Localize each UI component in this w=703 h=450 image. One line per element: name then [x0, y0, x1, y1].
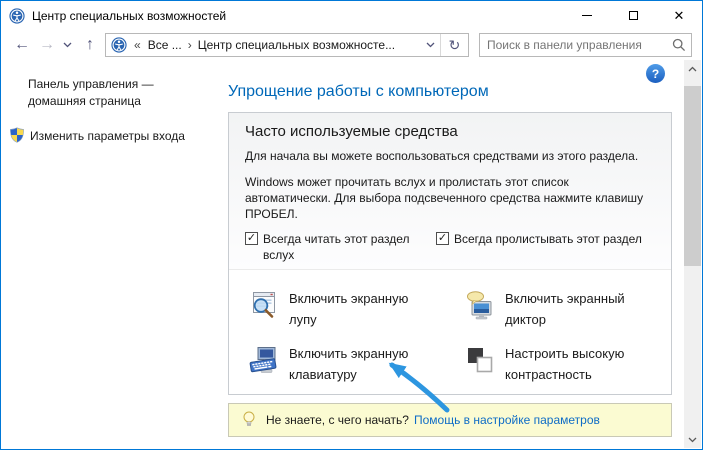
breadcrumb-all-items[interactable]: Все ... — [144, 38, 186, 52]
vertical-scrollbar[interactable] — [684, 60, 701, 448]
refresh-icon: ↻ — [449, 37, 461, 54]
tool-set-high-contrast[interactable]: Настроить высокую контрастность — [465, 343, 643, 385]
checkbox-label: Всегда читать этот раздел вслух — [263, 231, 421, 263]
help-button[interactable]: ? — [646, 64, 665, 83]
checkbox-label: Всегда пролистывать этот раздел — [454, 231, 642, 247]
tool-start-onscreen-keyboard[interactable]: Включить экранную клавиатуру — [249, 343, 427, 385]
up-button[interactable]: ↑ — [77, 30, 103, 60]
tool-start-magnifier[interactable]: Включить экранную лупу — [249, 288, 427, 330]
back-button[interactable]: ← — [9, 30, 35, 60]
search-box — [479, 33, 692, 57]
chevron-down-icon — [63, 42, 72, 48]
on-screen-keyboard-icon — [249, 345, 279, 375]
ease-of-access-icon — [9, 8, 25, 24]
breadcrumb-overflow-button[interactable]: « — [131, 38, 144, 52]
common-tools-panel: Часто используемые средства Для начала в… — [228, 112, 672, 395]
scrollbar-thumb[interactable] — [684, 86, 701, 266]
back-icon: ← — [14, 36, 30, 54]
maximize-icon — [629, 11, 638, 20]
chevron-up-icon — [688, 66, 697, 72]
panel-title: Часто используемые средства — [245, 123, 655, 140]
close-icon: ✕ — [674, 9, 685, 22]
narrator-icon — [465, 290, 495, 320]
checkbox-always-scan[interactable]: ✓ Всегда пролистывать этот раздел — [436, 231, 642, 247]
refresh-button[interactable]: ↻ — [440, 34, 468, 56]
tool-start-narrator[interactable]: Включить экранный диктор — [465, 288, 643, 330]
minimize-button[interactable] — [564, 1, 610, 30]
tip-bar: Не знаете, с чего начать? Помощь в настр… — [228, 403, 672, 437]
tool-label: Включить экранный диктор — [505, 288, 643, 330]
tip-help-link[interactable]: Помощь в настройке параметров — [414, 413, 600, 427]
help-icon: ? — [652, 67, 659, 81]
titlebar: Центр специальных возможностей ✕ — [1, 1, 702, 30]
scroll-up-button[interactable] — [684, 60, 701, 77]
minimize-icon — [582, 15, 592, 16]
search-icon — [672, 38, 686, 52]
checkbox-always-read-aloud[interactable]: ✓ Всегда читать этот раздел вслух — [245, 231, 421, 263]
page-title: Упрощение работы с компьютером — [228, 83, 489, 101]
navigation-bar: ← → ↑ « Все ... › Центр специальных возм… — [1, 30, 702, 60]
search-input[interactable] — [480, 38, 667, 52]
panel-intro-text: Для начала вы можете воспользоваться сре… — [245, 149, 655, 164]
lightbulb-icon — [242, 411, 256, 429]
check-icon: ✓ — [247, 233, 256, 244]
maximize-button[interactable] — [610, 1, 656, 30]
chevron-down-icon — [426, 42, 435, 48]
tool-label: Включить экранную клавиатуру — [289, 343, 427, 385]
checkbox-checked-icon[interactable]: ✓ — [245, 232, 258, 245]
address-bar[interactable]: « Все ... › Центр специальных возможност… — [105, 33, 469, 57]
close-button[interactable]: ✕ — [656, 1, 702, 30]
tools-list: Включить экранную лупу Включить экранный… — [229, 271, 671, 394]
uac-shield-icon — [9, 127, 25, 143]
panel-description-text: Windows может прочитать вслух и пролиста… — [245, 174, 645, 222]
tool-label: Настроить высокую контрастность — [505, 343, 643, 385]
search-button[interactable] — [667, 38, 691, 52]
breadcrumb-current[interactable]: Центр специальных возможносте... — [194, 38, 399, 52]
address-dropdown-button[interactable] — [420, 34, 440, 56]
tool-label: Включить экранную лупу — [289, 288, 427, 330]
tip-question-text: Не знаете, с чего начать? — [266, 413, 409, 427]
panel-header-section: Часто используемые средства Для начала в… — [229, 113, 671, 270]
scroll-down-button[interactable] — [684, 431, 701, 448]
up-icon: ↑ — [86, 36, 94, 54]
check-icon: ✓ — [438, 233, 447, 244]
forward-icon: → — [39, 36, 55, 54]
checkbox-checked-icon[interactable]: ✓ — [436, 232, 449, 245]
sidebar-item-control-panel-home[interactable]: Панель управления — домашняя страница — [28, 76, 178, 110]
forward-button[interactable]: → — [35, 30, 59, 60]
recent-pages-button[interactable] — [59, 30, 75, 60]
breadcrumb-separator: › — [186, 38, 194, 52]
sidebar-item-change-signin-settings[interactable]: Изменить параметры входа — [30, 129, 185, 143]
checkbox-row: ✓ Всегда читать этот раздел вслух ✓ Всег… — [245, 231, 655, 263]
high-contrast-icon — [465, 345, 495, 375]
window-title: Центр специальных возможностей — [32, 9, 226, 23]
magnifier-icon — [249, 290, 279, 320]
ease-of-access-icon — [111, 37, 127, 53]
window-controls: ✕ — [564, 1, 702, 30]
chevron-down-icon — [688, 437, 697, 443]
